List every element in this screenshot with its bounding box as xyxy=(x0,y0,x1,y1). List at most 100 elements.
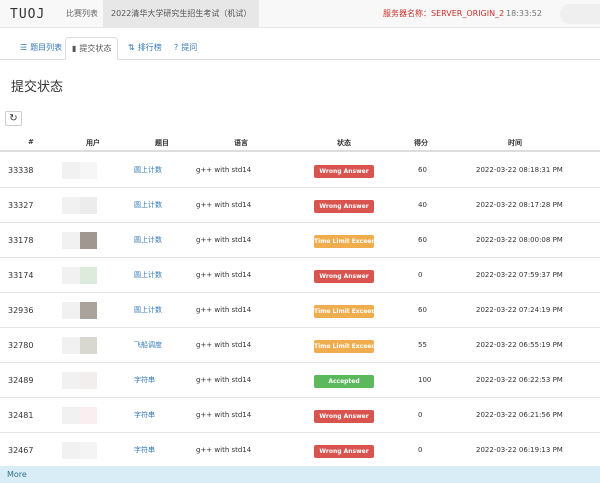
status-badge[interactable]: Wrong Answer xyxy=(314,165,374,178)
language: g++ with std14 xyxy=(196,166,252,174)
redacted-block xyxy=(62,232,80,249)
submit-time: 2022-03-22 08:17:28 PM xyxy=(476,201,563,209)
table-row: 33338 圆上计数 g++ with std14 Wrong Answer 60 202… xyxy=(0,153,600,188)
more-link[interactable]: More xyxy=(0,466,600,483)
problem-link[interactable]: 飞船调度 xyxy=(134,328,162,363)
problem-link[interactable]: 圆上计数 xyxy=(134,223,162,258)
status-badge[interactable]: Accepted xyxy=(314,375,374,388)
redacted-block xyxy=(80,337,97,354)
submission-id[interactable]: 33178 xyxy=(8,223,33,258)
table-row: 33327 圆上计数 g++ with std14 Wrong Answer 40 202… xyxy=(0,188,600,223)
status-badge[interactable]: Wrong Answer xyxy=(314,410,374,423)
tab-label: 提问 xyxy=(181,43,198,52)
table-row: 32780 飞船调度 g++ with std14 Time Limit Exceed… xyxy=(0,328,600,363)
status-badge[interactable]: Wrong Answer xyxy=(314,200,374,213)
submit-time: 2022-03-22 07:24:19 PM xyxy=(476,306,563,314)
submit-time: 2022-03-22 06:55:19 PM xyxy=(476,341,563,349)
problem-link[interactable]: 圆上计数 xyxy=(134,188,162,223)
language: g++ with std14 xyxy=(196,306,252,314)
score: 60 xyxy=(418,236,427,244)
score: 55 xyxy=(418,341,427,349)
tab-label: 题目列表 xyxy=(30,43,63,52)
tab-label: 排行榜 xyxy=(137,43,162,52)
clock: 18:33:52 xyxy=(506,9,542,18)
redacted-block xyxy=(62,372,80,389)
problem-link[interactable]: 字符串 xyxy=(134,363,155,398)
site-logo[interactable]: TUOJ xyxy=(10,7,45,22)
language: g++ with std14 xyxy=(196,236,252,244)
language: g++ with std14 xyxy=(196,341,252,349)
page-title: 提交状态 xyxy=(11,80,64,95)
status-badge[interactable]: Time Limit Exceeded xyxy=(314,305,374,318)
redacted-block xyxy=(80,232,97,249)
col-time: 时间 xyxy=(508,139,522,147)
top-navbar: TUOJ 比赛列表 2022清华大学研究生招生考试（机试） 服务器名称：SERV… xyxy=(0,0,600,28)
status-badge[interactable]: Time Limit Exceeded xyxy=(314,235,374,248)
submission-id[interactable]: 32489 xyxy=(8,363,33,398)
status-badge[interactable]: Time Limit Exceeded xyxy=(314,340,374,353)
problem-link[interactable]: 圆上计数 xyxy=(134,153,162,188)
table-row: 32489 字符串 g++ with std14 Accepted 100 2022-03… xyxy=(0,363,600,398)
redacted-block xyxy=(62,337,80,354)
redacted-block xyxy=(62,267,80,284)
col-problem: 题目 xyxy=(155,139,169,147)
submission-id[interactable]: 32780 xyxy=(8,328,33,363)
tab-questions[interactable]: ? 提问 xyxy=(168,37,203,60)
refresh-icon: ↻ xyxy=(9,113,18,124)
col-id: # xyxy=(28,138,34,146)
score: 0 xyxy=(418,446,423,454)
redacted-block xyxy=(62,442,80,459)
redacted-block xyxy=(62,197,80,214)
nav-current-contest[interactable]: 2022清华大学研究生招生考试（机试） xyxy=(103,0,260,28)
submit-time: 2022-03-22 06:22:53 PM xyxy=(476,376,563,384)
tab-label: 提交状态 xyxy=(79,44,112,53)
submission-id[interactable]: 32936 xyxy=(8,293,33,328)
submit-time: 2022-03-22 08:00:08 PM xyxy=(476,236,563,244)
bar-chart-icon: ▮ xyxy=(72,44,77,53)
tab-problems[interactable]: ☰ 题目列表 xyxy=(14,37,68,60)
score: 0 xyxy=(418,411,423,419)
redacted-block xyxy=(62,302,80,319)
submission-id[interactable]: 33338 xyxy=(8,153,33,188)
table-row: 33178 圆上计数 g++ with std14 Time Limit Exceed… xyxy=(0,223,600,258)
score: 60 xyxy=(418,166,427,174)
server-name: 服务器名称：SERVER_ORIGIN_2 xyxy=(383,9,505,18)
submission-id[interactable]: 33174 xyxy=(8,258,33,293)
col-status: 状态 xyxy=(337,139,351,147)
problem-link[interactable]: 圆上计数 xyxy=(134,293,162,328)
problem-link[interactable]: 字符串 xyxy=(134,433,155,468)
submit-time: 2022-03-22 07:59:37 PM xyxy=(476,271,563,279)
redacted-block xyxy=(62,162,80,179)
redacted-block xyxy=(80,197,97,214)
redacted-block xyxy=(80,267,97,284)
submission-id[interactable]: 32481 xyxy=(8,398,33,433)
language: g++ with std14 xyxy=(196,446,252,454)
redacted-block xyxy=(80,162,97,179)
language: g++ with std14 xyxy=(196,201,252,209)
status-badge[interactable]: Wrong Answer xyxy=(314,445,374,458)
language: g++ with std14 xyxy=(196,411,252,419)
tab-ranklist[interactable]: ⇅ 排行榜 xyxy=(122,37,168,60)
submit-time: 2022-03-22 06:21:56 PM xyxy=(476,411,563,419)
score: 0 xyxy=(418,271,423,279)
problem-link[interactable]: 圆上计数 xyxy=(134,258,162,293)
contest-tabs: ☰ 题目列表 ▮ 提交状态 ⇅ 排行榜 ? 提问 xyxy=(0,37,600,60)
score: 40 xyxy=(418,201,427,209)
refresh-button[interactable]: ↻ xyxy=(5,111,22,126)
redacted-block xyxy=(80,302,97,319)
status-badge[interactable]: Wrong Answer xyxy=(314,270,374,283)
language: g++ with std14 xyxy=(196,376,252,384)
table-row: 32467 字符串 g++ with std14 Wrong Answer 0 2022-… xyxy=(0,433,600,468)
submission-id[interactable]: 32467 xyxy=(8,433,33,468)
tab-status[interactable]: ▮ 提交状态 xyxy=(65,37,119,60)
problem-link[interactable]: 字符串 xyxy=(134,398,155,433)
col-score: 得分 xyxy=(414,139,428,147)
nav-contest-list[interactable]: 比赛列表 xyxy=(58,0,106,28)
table-row: 33174 圆上计数 g++ with std14 Wrong Answer 0 2022… xyxy=(0,258,600,293)
submission-id[interactable]: 33327 xyxy=(8,188,33,223)
col-language: 语言 xyxy=(234,139,248,147)
redacted-block xyxy=(62,407,80,424)
redacted-block xyxy=(80,407,97,424)
table-row: 32481 字符串 g++ with std14 Wrong Answer 0 2022-… xyxy=(0,398,600,433)
user-menu[interactable] xyxy=(560,4,600,24)
